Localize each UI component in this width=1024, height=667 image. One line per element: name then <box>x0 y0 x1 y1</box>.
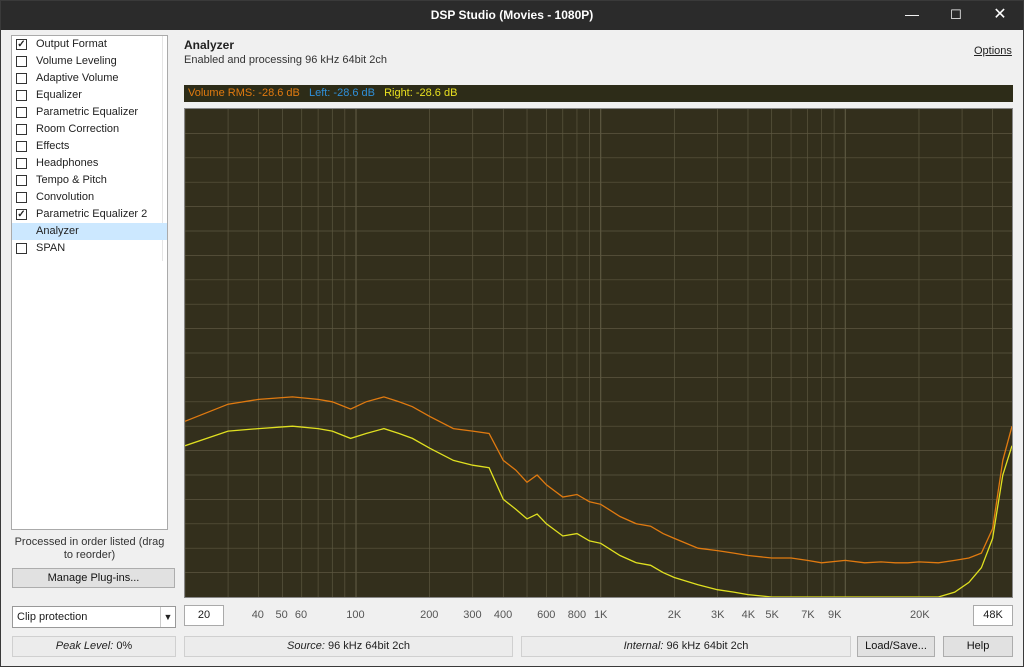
close-button[interactable]: ✕ <box>977 1 1023 30</box>
plugin-checkbox[interactable] <box>16 243 27 254</box>
order-note: Processed in order listed (drag to reord… <box>14 536 165 561</box>
frequency-tick-label: 600 <box>537 609 556 621</box>
plugin-checkbox[interactable] <box>16 107 27 118</box>
plugin-label: Equalizer <box>36 89 82 101</box>
frequency-tick-label: 9K <box>827 609 842 621</box>
frequency-tick-label: 300 <box>463 609 482 621</box>
source-label: Source: <box>287 640 325 652</box>
spectrum-plot <box>185 109 1012 597</box>
plugin-item[interactable]: ✓ Parametric Equalizer 2 <box>12 206 167 223</box>
frequency-axis: 20 48K 40 50 60 100 200 300 400 600 800 1K 2K 3K 4K 5… <box>184 605 1013 627</box>
right-rms-text: Right: -28.6 dB <box>384 87 458 99</box>
plugin-item[interactable]: Adaptive Volume <box>12 70 167 87</box>
dropdown-value: Clip protection <box>17 611 88 623</box>
frequency-tick-label: 5K <box>765 609 779 621</box>
plugin-label: Parametric Equalizer <box>36 106 139 118</box>
frequency-tick-label: 400 <box>493 609 513 621</box>
plugin-checkbox[interactable] <box>16 192 27 203</box>
plugin-checkbox[interactable]: ✓ <box>16 209 27 220</box>
plugin-checkbox[interactable] <box>16 73 27 84</box>
clip-protection-dropdown[interactable]: Clip protection ▼ <box>12 606 176 628</box>
plugin-label: Convolution <box>36 191 95 203</box>
frequency-tick-label: 4K <box>741 609 756 621</box>
rms-readout: Volume RMS: -28.6 dB Left: -28.6 dB Righ… <box>184 85 1013 102</box>
source-value: 96 kHz 64bit 2ch <box>328 640 410 652</box>
frequency-tick-label: 1K <box>593 609 608 621</box>
plugin-item[interactable]: Volume Leveling <box>12 53 167 70</box>
title-bar[interactable]: DSP Studio (Movies - 1080P) — ☐ ✕ <box>1 1 1023 30</box>
plugin-item[interactable]: Headphones <box>12 155 167 172</box>
spectrum-graph <box>184 108 1013 598</box>
min-frequency-field[interactable]: 20 <box>184 605 224 626</box>
plugin-item[interactable]: Tempo & Pitch <box>12 172 167 189</box>
load-save-button[interactable]: Load/Save... <box>857 636 935 657</box>
plugin-item[interactable]: Room Correction <box>12 121 167 138</box>
plugin-label: Adaptive Volume <box>36 72 119 84</box>
plugin-label: Volume Leveling <box>36 55 117 67</box>
plugin-label: Effects <box>36 140 70 152</box>
plugin-item[interactable]: Analyzer <box>12 223 167 240</box>
volume-rms-text: Volume RMS: -28.6 dB <box>188 87 300 99</box>
frequency-tick-label: 100 <box>346 609 365 621</box>
chevron-down-icon[interactable]: ▼ <box>160 607 175 627</box>
left-rms-text: Left: -28.6 dB <box>308 87 375 99</box>
plugin-label: Tempo & Pitch <box>36 174 107 186</box>
frequency-tick-label: 200 <box>420 609 439 621</box>
frequency-tick-label: 800 <box>567 609 587 621</box>
frequency-tick-label: 60 <box>294 609 308 621</box>
plugin-label: Analyzer <box>36 225 79 237</box>
volume-spectrum-line <box>185 396 1012 564</box>
plugin-checkbox[interactable] <box>16 141 27 152</box>
plugin-label: Room Correction <box>36 123 120 135</box>
plugin-label: SPAN <box>36 242 66 254</box>
plugin-checkbox[interactable] <box>16 56 27 67</box>
plugin-item[interactable]: Effects <box>12 138 167 155</box>
plugin-item[interactable]: Parametric Equalizer <box>12 104 167 121</box>
peak-label: Peak Level: <box>55 640 114 652</box>
plugin-checkbox[interactable] <box>16 90 27 101</box>
manage-plugins-button[interactable]: Manage Plug-ins... <box>12 568 175 588</box>
max-frequency-field[interactable]: 48K <box>973 605 1013 626</box>
source-status: Source: 96 kHz 64bit 2ch <box>184 636 513 657</box>
plugin-checkbox[interactable] <box>16 158 27 169</box>
plugin-checkbox[interactable] <box>16 124 27 135</box>
plugin-item[interactable]: SPAN <box>12 240 167 257</box>
help-button[interactable]: Help <box>943 636 1013 657</box>
plugin-item[interactable]: Convolution <box>12 189 167 206</box>
frequency-tick-label: 40 <box>251 609 264 621</box>
internal-value: 96 kHz 64bit 2ch <box>666 640 749 652</box>
frequency-tick-label: 20K <box>909 609 930 621</box>
plugin-label: Parametric Equalizer 2 <box>36 208 148 220</box>
plugin-label: Headphones <box>36 157 99 169</box>
plugin-label: Output Format <box>36 38 107 50</box>
plugin-item[interactable]: ✓ Output Format <box>12 36 167 53</box>
plugin-checkbox[interactable] <box>16 175 27 186</box>
internal-label: Internal: <box>623 640 664 652</box>
right-spectrum-line <box>185 425 1012 597</box>
frequency-tick-label: 50 <box>275 609 288 621</box>
plugin-list[interactable]: ✓ Output Format Volume Leveling Adaptive Vo… <box>11 35 168 530</box>
peak-level-status: Peak Level: 0% <box>12 636 176 657</box>
maximize-button[interactable]: ☐ <box>933 1 979 30</box>
options-link[interactable]: Options <box>974 45 1012 57</box>
page-title: Analyzer <box>184 38 235 52</box>
frequency-tick-label: 3K <box>710 609 725 621</box>
frequency-tick-label: 7K <box>801 609 815 621</box>
internal-status: Internal: 96 kHz 64bit 2ch <box>521 636 851 657</box>
dsp-studio-window: DSP Studio (Movies - 1080P) — ☐ ✕ ✓ Outpu… <box>0 0 1024 667</box>
plugin-checkbox[interactable]: ✓ <box>16 39 27 50</box>
minimize-button[interactable]: — <box>889 1 935 30</box>
status-text: Enabled and processing 96 kHz 64bit 2ch <box>184 54 388 66</box>
plugin-item[interactable]: Equalizer <box>12 87 167 104</box>
frequency-tick-label: 2K <box>667 609 682 621</box>
window-title: DSP Studio (Movies - 1080P) <box>430 8 594 22</box>
peak-value: 0% <box>116 640 133 652</box>
